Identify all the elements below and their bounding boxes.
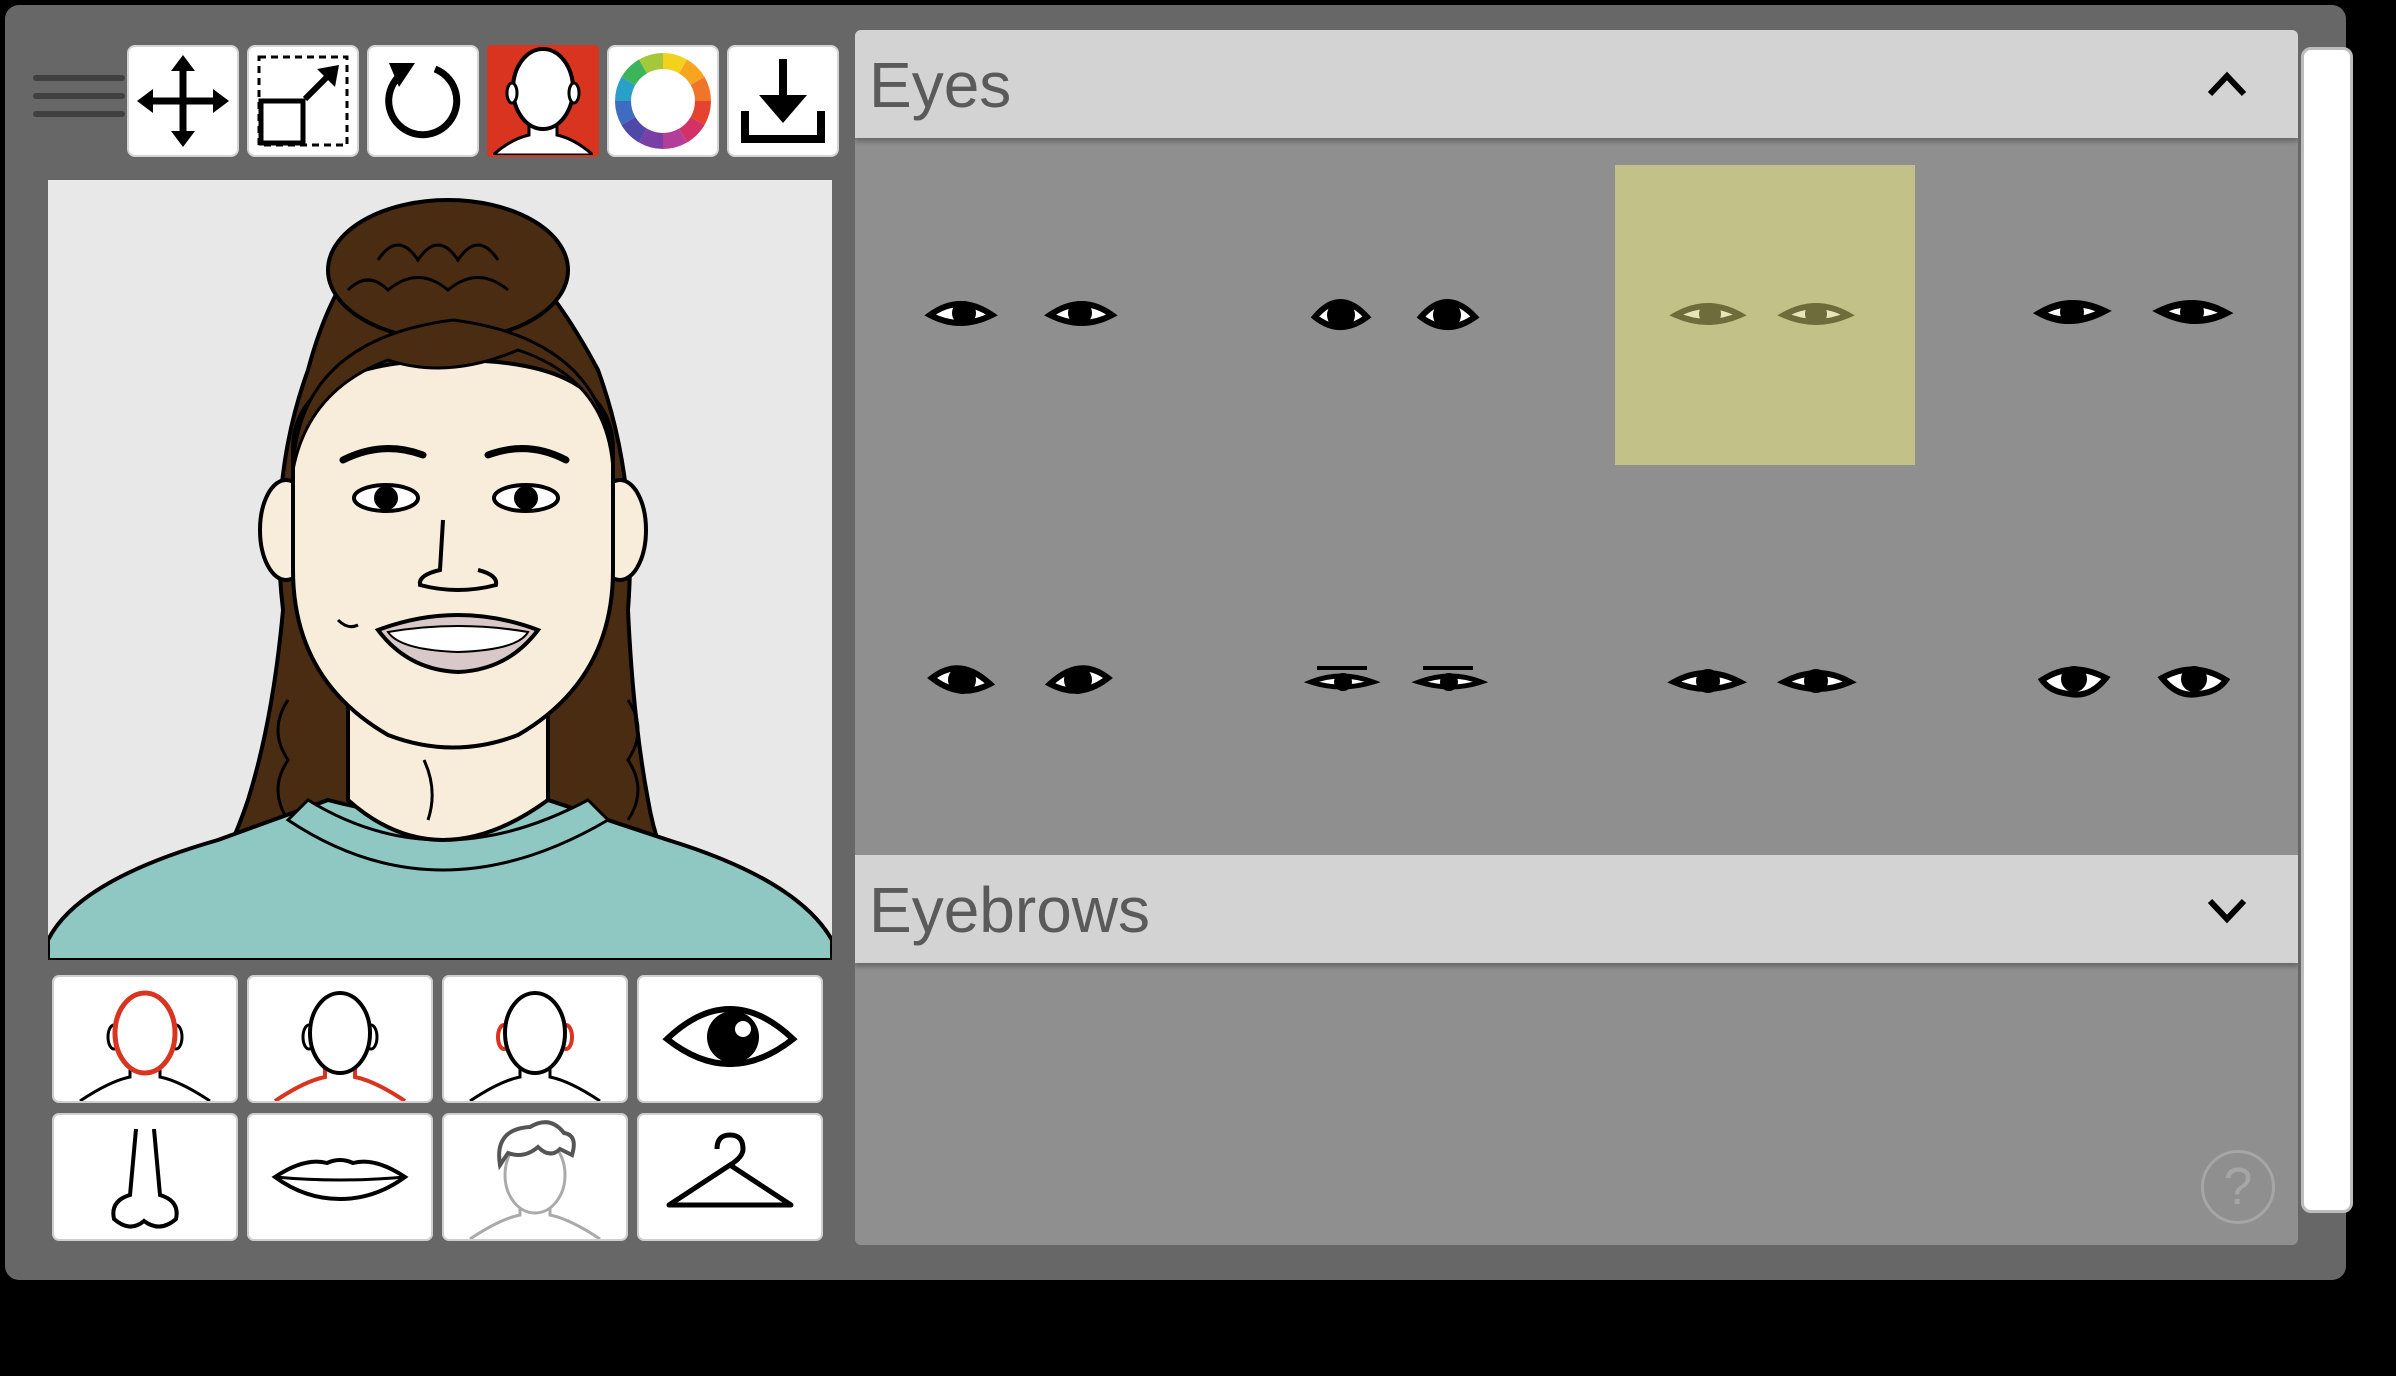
eye-option-8[interactable] <box>1985 530 2285 830</box>
menu-icon[interactable] <box>33 75 125 135</box>
eye-icon <box>662 1006 798 1067</box>
resize-tool-button[interactable] <box>247 45 359 157</box>
face-shape-button[interactable] <box>487 45 599 157</box>
eyes-section-header[interactable]: Eyes <box>855 30 2298 138</box>
neck-icon <box>273 991 407 1101</box>
category-clothing[interactable] <box>637 1113 823 1241</box>
eye-option-6[interactable] <box>1250 530 1550 830</box>
eyebrows-section-header[interactable]: Eyebrows <box>855 855 2298 963</box>
category-neck[interactable] <box>247 975 433 1103</box>
eye-option-5[interactable] <box>875 530 1175 830</box>
vertical-scrollbar[interactable] <box>2301 47 2353 1213</box>
reset-icon <box>385 63 461 139</box>
category-ears[interactable] <box>442 975 628 1103</box>
head-icon <box>493 47 593 155</box>
category-hair[interactable] <box>442 1113 628 1241</box>
help-button[interactable]: ? <box>2201 1150 2275 1224</box>
lips-icon <box>271 1158 409 1202</box>
move-arrows-icon <box>137 55 229 147</box>
hanger-icon <box>666 1132 794 1208</box>
category-eyes[interactable] <box>637 975 823 1103</box>
eye-option-2[interactable] <box>1250 165 1550 465</box>
category-nose[interactable] <box>52 1113 238 1241</box>
nose-icon <box>111 1128 179 1229</box>
avatar-preview <box>48 180 832 960</box>
ears-icon <box>469 991 601 1101</box>
hair-icon <box>469 1120 601 1239</box>
move-tool-button[interactable] <box>127 45 239 157</box>
color-wheel-icon <box>615 53 711 149</box>
eye-option-4[interactable] <box>1985 165 2285 465</box>
eye-option-3-selected[interactable] <box>1615 165 1915 465</box>
download-button[interactable] <box>727 45 839 157</box>
eyebrows-section-title: Eyebrows <box>869 874 1150 946</box>
category-mouth[interactable] <box>247 1113 433 1241</box>
eye-option-7[interactable] <box>1615 530 1915 830</box>
category-face[interactable] <box>52 975 238 1103</box>
chevron-up-icon[interactable] <box>2202 60 2252 110</box>
face-outline-icon <box>79 990 211 1101</box>
eyes-section-title: Eyes <box>869 49 1012 121</box>
avatar-maker-window: Eyes Eyebrows ? <box>5 5 2353 1280</box>
download-icon <box>741 59 825 143</box>
chevron-down-icon[interactable] <box>2202 885 2252 935</box>
resize-icon <box>257 55 349 147</box>
reset-button[interactable] <box>367 45 479 157</box>
color-button[interactable] <box>607 45 719 157</box>
eye-option-1[interactable] <box>875 165 1175 465</box>
options-panel: Eyes Eyebrows <box>855 30 2298 1245</box>
